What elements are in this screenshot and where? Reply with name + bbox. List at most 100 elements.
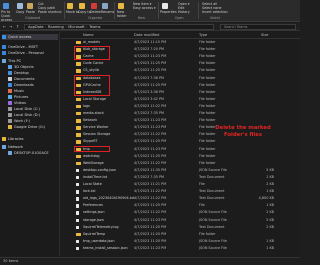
breadcrumb-item[interactable]: Microsoft	[68, 25, 84, 29]
file-icon	[76, 168, 80, 173]
file-row[interactable]: watchdog 4/7/2023 11:25 PM File folder	[61, 154, 300, 159]
group-label-clipboard: Clipboard	[25, 16, 41, 20]
file-row[interactable]: Local State 4/7/2023 11:21 PM File 2 KB	[61, 182, 300, 187]
column-header-date[interactable]: Date modified	[134, 33, 159, 37]
file-type: File folder	[199, 231, 216, 236]
file-row[interactable]: WebStorage 4/7/2023 11:22 PM File folder	[61, 161, 300, 166]
file-row[interactable]: SkypeRT 4/7/2023 11:25 PM File folder	[61, 139, 300, 144]
file-name: WebStorage	[83, 160, 104, 165]
file-name: Code Cache	[83, 61, 104, 66]
nav-item[interactable]: Libraries	[2, 136, 24, 142]
new-folder-button[interactable]: New folder	[117, 10, 131, 18]
properties-button[interactable]: Properties	[160, 10, 177, 14]
paste-button[interactable]: Paste	[26, 10, 35, 14]
copy-button[interactable]: Copy	[16, 10, 24, 14]
column-header-row: Name Date modified Type Size	[61, 32, 300, 39]
file-type: JSON Source File	[199, 238, 227, 243]
file-row[interactable]: teams_install_session.json 4/7/2023 11:23…	[61, 246, 300, 251]
file-name: Network	[83, 118, 98, 123]
chevron-right-icon: ›	[86, 25, 88, 29]
paste-shortcut-button[interactable]: Paste shortcut	[38, 10, 62, 14]
file-type: File folder	[199, 118, 216, 123]
nav-item[interactable]: Google Drive (G:)	[8, 124, 45, 130]
forward-arrow-icon[interactable]: →	[9, 24, 12, 29]
nav-item-label: Pictures	[14, 95, 29, 99]
file-row[interactable]: Local Storage 4/7/2023 3:42 PM File folder	[61, 97, 300, 102]
file-type: File folder	[199, 75, 216, 80]
file-row[interactable]: lock.txt 4/7/2023 11:22 PM Text Document 1 …	[61, 189, 300, 194]
nav-item-label: Work (F:)	[14, 119, 31, 123]
file-date-modified: 4/7/2023 11:25 PM	[134, 139, 167, 144]
file-row[interactable]: desktop-config.json 4/7/2023 11:35 PM JSON…	[61, 168, 300, 173]
file-name: ai_models	[83, 40, 101, 44]
file-row[interactable]: tmp_userdata.json 4/7/2023 11:20 PM JSON S…	[61, 239, 300, 244]
file-type: File folder	[199, 153, 216, 158]
history-button[interactable]: History	[178, 10, 190, 14]
breadcrumb-item[interactable]: Roaming	[48, 25, 64, 29]
file-icon	[76, 225, 80, 230]
file-row[interactable]: SquirrelTelemetry.log 4/7/2023 11:20 PM Te…	[61, 225, 300, 230]
file-name: SquirrelTemp	[83, 231, 106, 236]
breadcrumb[interactable]: AppData › Roaming › Microsoft › Teams	[24, 24, 214, 30]
file-row[interactable]: storage.json 4/7/2023 11:23 PM JSON Source…	[61, 218, 300, 223]
file-name: Local State	[83, 182, 102, 186]
file-type: Text Document	[199, 224, 225, 229]
file-row[interactable]: Network 4/7/2023 11:23 PM File folder	[61, 118, 300, 123]
drive-icon	[8, 107, 12, 111]
nav-item[interactable]: DESKTOP-01G0ACE	[8, 150, 49, 156]
file-type: JSON Source File	[199, 217, 227, 222]
copy-to-button[interactable]: Copy to	[78, 10, 91, 14]
annotation-text: Delete the marked Folder's files	[215, 125, 271, 138]
nav-item[interactable]: OneDrive - Personal	[2, 50, 44, 56]
file-name: desktop-config.json	[83, 167, 117, 172]
nav-item-label: Local Disk (C:)	[14, 107, 40, 111]
desktop-icon	[8, 71, 12, 75]
file-date-modified: 4/7/2023 11:20 PM	[134, 231, 167, 236]
nav-item-label: Downloads	[14, 83, 34, 87]
file-size: 1 KB	[266, 245, 274, 250]
easy-access-button[interactable]: Easy access ▾	[133, 6, 156, 10]
file-row[interactable]: Code Cache 4/7/2023 11:25 PM File folder	[61, 61, 300, 66]
file-row[interactable]: media-stack 4/7/2023 7:35 PM File folder	[61, 111, 300, 116]
nav-item-label: OneDrive - Personal	[8, 51, 44, 55]
back-arrow-icon[interactable]: ←	[3, 24, 6, 29]
file-date-modified: 4/7/2023 7:35 PM	[134, 174, 164, 179]
file-date-modified: 4/7/2023 11:25 PM	[134, 61, 167, 66]
chevron-right-icon: ›	[45, 25, 47, 29]
file-icon	[76, 204, 80, 208]
file-row[interactable]: ai_models 4/7/2023 11:15 PM File folder	[61, 40, 300, 45]
nav-item[interactable]: Quick access	[2, 34, 58, 40]
breadcrumb-item[interactable]: AppData	[28, 25, 44, 29]
file-row[interactable]: installTime.txt 4/7/2023 7:35 PM Text Docu…	[61, 175, 300, 180]
column-header-size[interactable]: Size	[261, 33, 268, 37]
file-type: JSON Source File	[199, 245, 227, 250]
folder-icon	[76, 154, 81, 159]
delete-button[interactable]: Delete	[90, 10, 101, 14]
column-header-name[interactable]: Name	[83, 33, 94, 37]
breadcrumb-item[interactable]: Teams	[89, 25, 100, 29]
drive-icon	[8, 113, 12, 117]
column-header-type[interactable]: Type	[199, 33, 207, 37]
group-label-select: Select	[210, 16, 220, 20]
file-row[interactable]: CS_skylib 4/7/2023 11:25 PM File folder	[61, 68, 300, 73]
file-row[interactable]: logs 4/7/2023 11:22 PM File folder	[61, 104, 300, 109]
rename-button[interactable]: Rename	[101, 10, 115, 14]
folder-icon	[76, 62, 81, 66]
file-date-modified: 4/7/2023 11:23 PM	[134, 118, 167, 123]
file-size: 5 KB	[266, 217, 274, 222]
group-label-new: New	[138, 16, 145, 20]
file-row[interactable]: SquirrelTemp 4/7/2023 11:20 PM File folder	[61, 232, 300, 237]
properties-icon	[162, 3, 168, 9]
search-input[interactable]: Search Teams	[220, 24, 296, 30]
pin-to-quick-access-button[interactable]: Pin to Quick access	[1, 10, 15, 22]
ribbon-divider	[198, 2, 199, 19]
file-name: logs	[83, 103, 90, 108]
file-row[interactable]: settings.json 4/7/2023 11:22 PM JSON Sourc…	[61, 210, 300, 215]
invert-selection-button[interactable]: Invert selection	[202, 10, 228, 14]
file-date-modified: 4/7/2023 11:22 PM	[134, 132, 167, 137]
nav-item-label: Documents	[14, 77, 35, 81]
file-name: teams_install_session.json	[83, 245, 128, 250]
up-arrow-icon[interactable]: ↑	[16, 24, 19, 29]
file-row[interactable]: Preferences 4/7/2023 11:25 PM File 1 KB	[61, 203, 300, 208]
file-row[interactable]: old_logs_20230404190904.txt 4/7/2023 11:2…	[61, 196, 300, 201]
